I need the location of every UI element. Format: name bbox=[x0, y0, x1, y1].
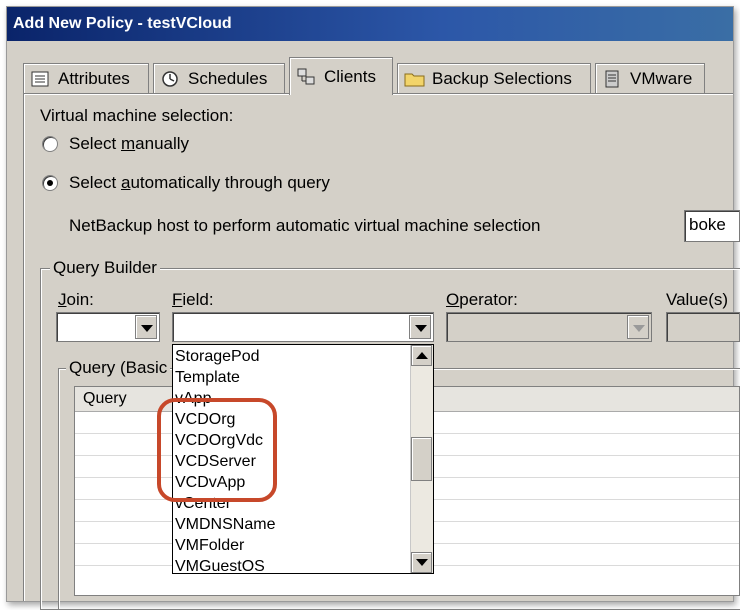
list-item[interactable]: VMFolder bbox=[175, 535, 244, 556]
operator-dropdown[interactable] bbox=[446, 312, 652, 342]
tab-vmware-label: VMware bbox=[630, 68, 693, 88]
vm-selection-heading: Virtual machine selection: bbox=[40, 106, 234, 125]
value-label: Value(s) bbox=[666, 290, 729, 309]
tab-schedules-label: Schedules bbox=[188, 68, 268, 88]
tab-clients-label: Clients bbox=[324, 66, 376, 86]
scroll-thumb[interactable] bbox=[411, 437, 432, 481]
join-dropdown[interactable] bbox=[56, 312, 160, 342]
field-dropdown[interactable] bbox=[172, 312, 434, 342]
window-title: Add New Policy - testVCloud bbox=[7, 7, 733, 41]
tab-attributes-label: Attributes bbox=[58, 68, 130, 88]
tab-strip: Attributes Schedules Clients Backup Sele… bbox=[23, 57, 733, 95]
operator-label: Operator: bbox=[446, 290, 518, 309]
tab-attributes[interactable]: Attributes bbox=[23, 63, 149, 93]
scroll-down-icon[interactable] bbox=[411, 552, 432, 573]
query-basic-title: Query (Basic bbox=[66, 358, 171, 378]
vcd-items-highlight bbox=[157, 398, 277, 502]
query-builder-title: Query Builder bbox=[50, 258, 160, 278]
clients-icon bbox=[296, 67, 316, 87]
netbackup-host-label: NetBackup host to perform automatic virt… bbox=[69, 216, 541, 235]
query-column-header[interactable]: Query bbox=[83, 387, 127, 411]
list-item[interactable]: Template bbox=[175, 367, 240, 388]
netbackup-host-input[interactable]: boke bbox=[684, 210, 740, 242]
field-label: Field: bbox=[172, 290, 214, 309]
select-automatically-radio[interactable] bbox=[42, 175, 58, 191]
tab-schedules[interactable]: Schedules bbox=[153, 63, 285, 93]
tab-clients[interactable]: Clients bbox=[289, 57, 393, 95]
vmware-icon bbox=[602, 69, 622, 89]
field-dropdown-arrow-icon[interactable] bbox=[409, 315, 431, 339]
tab-vmware[interactable]: VMware bbox=[595, 63, 705, 93]
scroll-up-icon[interactable] bbox=[411, 345, 432, 366]
select-automatically-label[interactable]: Select automatically through query bbox=[69, 173, 330, 193]
list-item[interactable]: StoragePod bbox=[175, 346, 260, 367]
value-input[interactable] bbox=[666, 312, 740, 342]
list-item[interactable]: VMDNSName bbox=[175, 514, 275, 535]
folder-icon bbox=[404, 69, 425, 89]
tab-backup-selections[interactable]: Backup Selections bbox=[397, 63, 591, 93]
join-label: Join: bbox=[58, 290, 94, 309]
attributes-icon bbox=[30, 69, 50, 89]
schedules-icon bbox=[160, 69, 180, 89]
dropdown-scrollbar[interactable] bbox=[410, 345, 433, 573]
select-manually-label[interactable]: Select manually bbox=[69, 134, 189, 154]
tab-backup-selections-label: Backup Selections bbox=[432, 68, 572, 88]
join-dropdown-arrow-icon[interactable] bbox=[135, 315, 157, 339]
list-item[interactable]: VMGuestOS bbox=[175, 556, 265, 573]
select-manually-radio[interactable] bbox=[42, 136, 58, 152]
operator-dropdown-arrow-icon bbox=[627, 315, 649, 339]
